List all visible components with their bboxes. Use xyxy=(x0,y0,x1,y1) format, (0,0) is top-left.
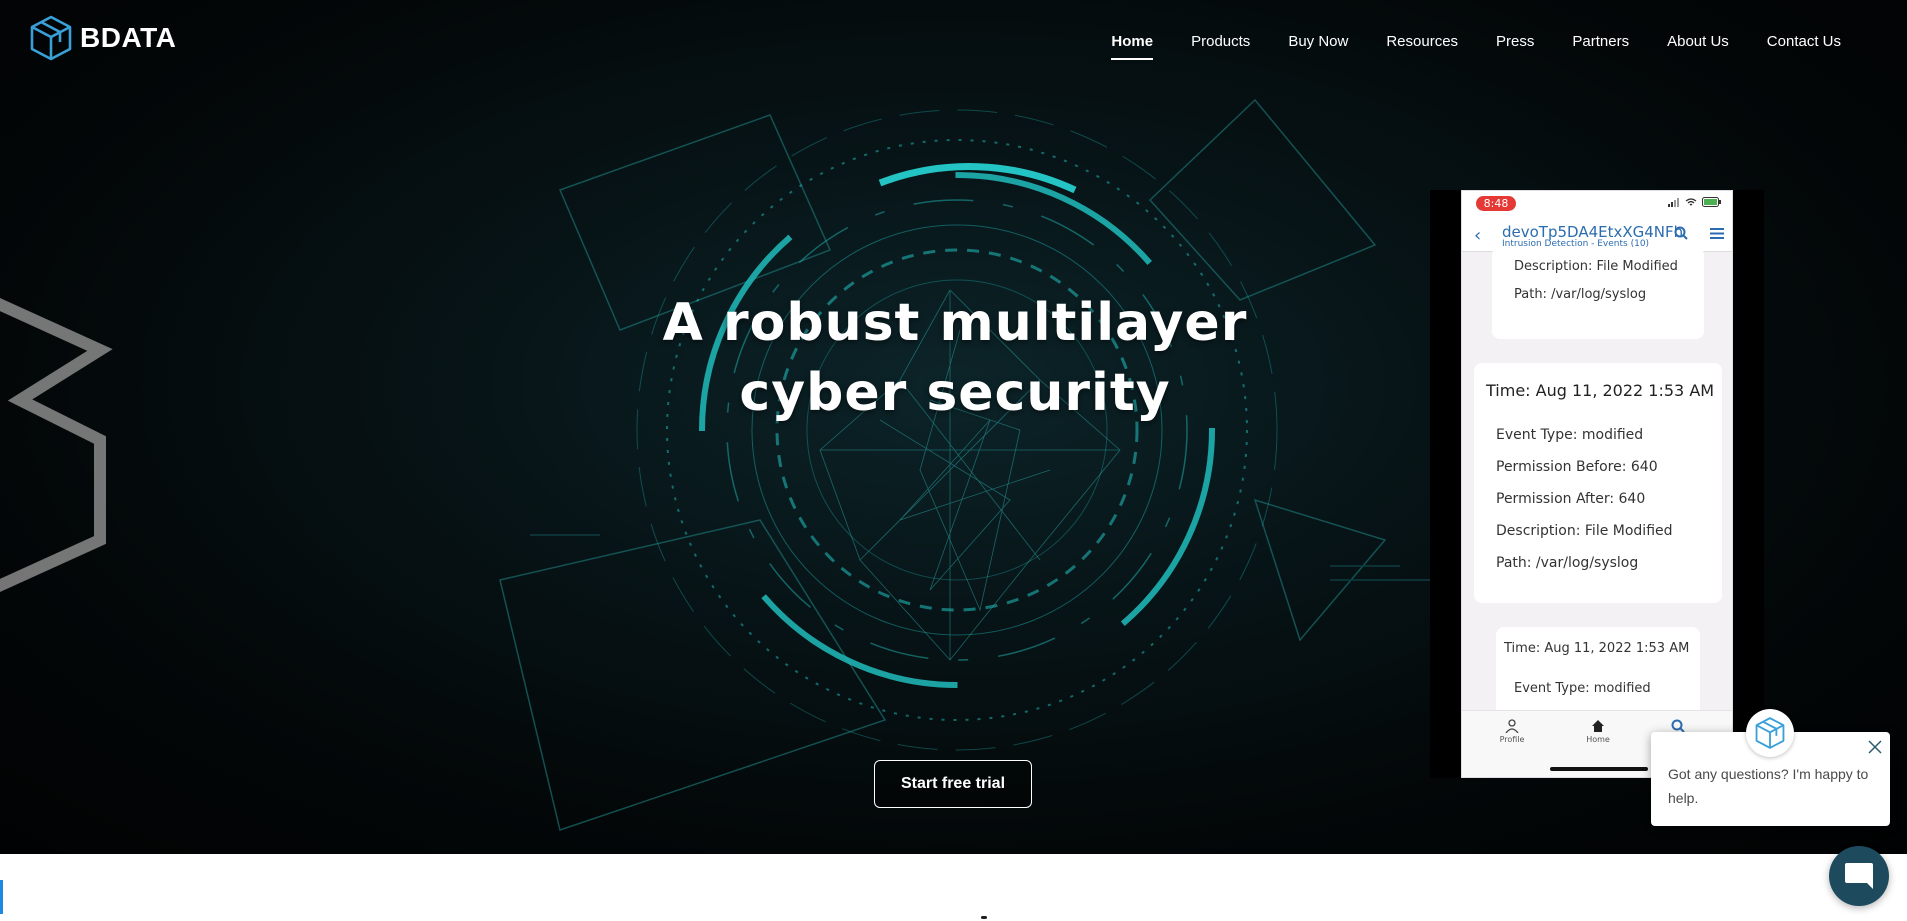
hero-headline-line2: cyber security xyxy=(739,363,1171,423)
nav-partners[interactable]: Partners xyxy=(1553,30,1648,60)
search-icon xyxy=(1671,719,1685,733)
cube-icon xyxy=(1755,717,1785,749)
side-edge-tab[interactable] xyxy=(0,880,3,914)
event-time: Time: Aug 11, 2022 1:53 AM xyxy=(1486,381,1715,400)
start-free-trial-button[interactable]: Start free trial xyxy=(874,760,1032,808)
nav-about-us[interactable]: About Us xyxy=(1648,30,1748,60)
home-icon xyxy=(1592,720,1604,732)
nav-buy-now[interactable]: Buy Now xyxy=(1269,30,1367,60)
hero-headline: A robust multilayer cyber security xyxy=(630,288,1280,428)
bottom-nav-home[interactable]: Home xyxy=(1568,719,1628,744)
event-card-top: Description: File Modified Path: /var/lo… xyxy=(1492,247,1704,339)
chat-message: Got any questions? I'm happy to help. xyxy=(1668,766,1869,806)
event-type: Event Type: modified xyxy=(1496,427,1644,443)
bottom-nav-profile[interactable]: Profile xyxy=(1482,719,1542,744)
search-icon[interactable] xyxy=(1674,226,1688,240)
wifi-icon xyxy=(1685,197,1697,205)
close-icon[interactable] xyxy=(1868,740,1882,754)
event-description: Description: File Modified xyxy=(1514,259,1678,274)
event-card-main: Time: Aug 11, 2022 1:53 AM Event Type: m… xyxy=(1474,363,1722,603)
event-permission-before: Permission Before: 640 xyxy=(1496,459,1658,475)
nav-contact-us[interactable]: Contact Us xyxy=(1748,30,1860,60)
nav-products[interactable]: Products xyxy=(1172,30,1269,60)
back-arrow-icon[interactable]: ‹ xyxy=(1474,225,1481,246)
event-type: Event Type: modified xyxy=(1514,681,1651,696)
event-permission-after: Permission After: 640 xyxy=(1496,491,1646,507)
brand-name: BDATA xyxy=(80,22,177,53)
nav-resources[interactable]: Resources xyxy=(1367,30,1477,60)
event-path: Path: /var/log/syslog xyxy=(1514,287,1647,302)
signal-icon xyxy=(1668,197,1679,207)
bottom-nav-profile-label: Profile xyxy=(1499,735,1525,744)
chat-launcher-button[interactable] xyxy=(1829,846,1889,906)
bottom-nav-home-label: Home xyxy=(1586,735,1610,744)
phone-status-bar: 8:48 xyxy=(1462,191,1732,219)
hero-headline-line1: A robust multilayer xyxy=(662,293,1248,353)
nav-home[interactable]: Home xyxy=(1092,30,1172,60)
hero-section: BDATA Home Products Buy Now Resources Pr… xyxy=(0,0,1907,854)
below-fold-mark xyxy=(981,916,987,919)
menu-icon[interactable] xyxy=(1710,228,1724,239)
battery-icon xyxy=(1702,197,1721,207)
chat-agent-avatar xyxy=(1746,709,1794,757)
phone-time: 8:48 xyxy=(1476,196,1516,211)
cube-icon xyxy=(30,15,72,61)
nav-press[interactable]: Press xyxy=(1477,30,1553,60)
event-card-bottom: Time: Aug 11, 2022 1:53 AM Event Type: m… xyxy=(1496,627,1700,717)
event-time: Time: Aug 11, 2022 1:53 AM xyxy=(1504,641,1690,656)
brand-logo[interactable]: BDATA xyxy=(28,14,176,62)
home-indicator xyxy=(1550,767,1648,771)
person-icon xyxy=(1505,719,1519,734)
status-icons xyxy=(1668,197,1722,207)
phone-mockup: 8:48 ‹ devoTp5DA4EtxXG4NFh Intrusion Det… xyxy=(1461,190,1733,778)
chat-bubble-icon xyxy=(1845,863,1873,889)
event-description: Description: File Modified xyxy=(1496,523,1673,539)
main-nav: Home Products Buy Now Resources Press Pa… xyxy=(1092,30,1860,60)
event-path: Path: /var/log/syslog xyxy=(1496,555,1639,571)
